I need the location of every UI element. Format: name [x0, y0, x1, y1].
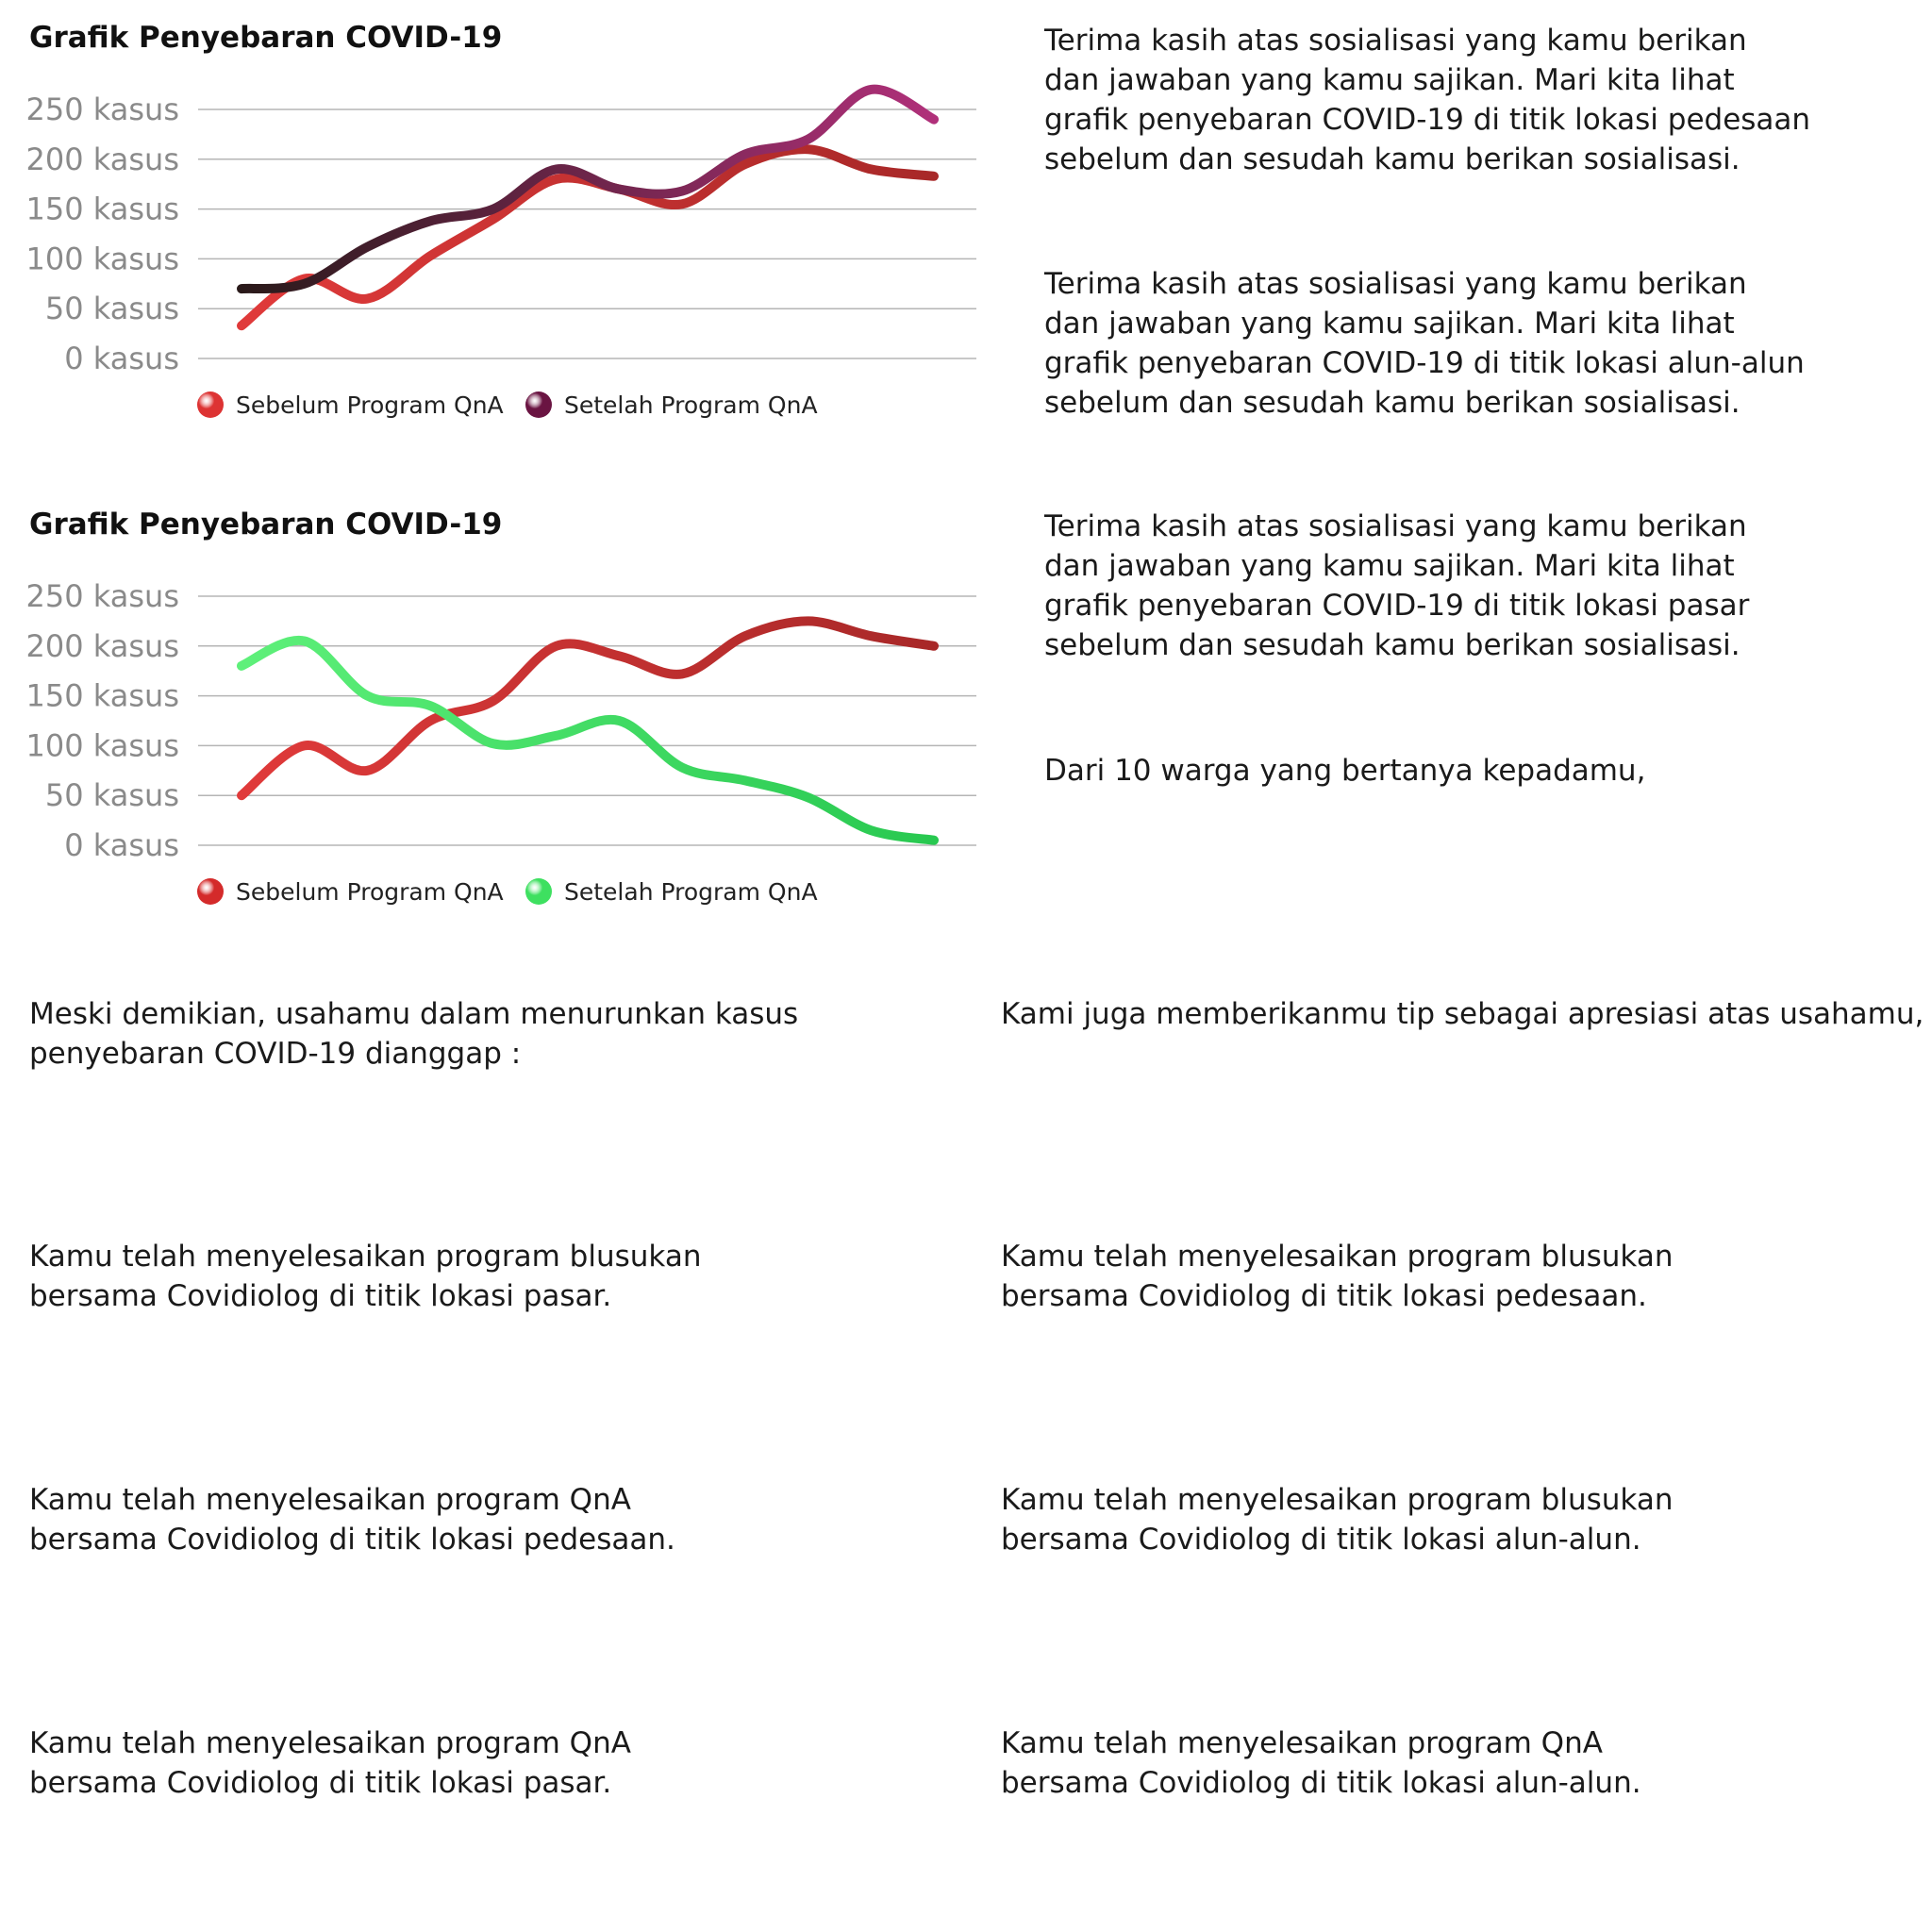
paragraph-pedesaan-intro: Terima kasih atas sosialisasi yang kamu … [1044, 24, 1811, 176]
legend-label: Sebelum Program QnA [236, 878, 504, 906]
chart-title: Grafik Penyebaran COVID-19 [29, 21, 503, 55]
paragraph-qna-alun-alun: Kamu telah menyelesaikan program QnA ber… [1001, 1726, 1641, 1800]
covid-line-chart-1: 250 kasus 200 kasus 150 kasus 100 kasus 50 k… [26, 84, 976, 419]
paragraph-warga-count: Dari 10 warga yang bertanya kepadamu, [1044, 754, 1646, 788]
legend-marker [525, 878, 552, 905]
paragraph-blusukan-pedesaan: Kamu telah menyelesaikan program blusuka… [1001, 1240, 1674, 1313]
y-tick-label: 0 kasus [64, 827, 179, 863]
y-tick-label: 50 kasus [45, 291, 179, 326]
legend-marker [197, 391, 224, 418]
paragraph-qna-pedesaan: Kamu telah menyelesaikan program QnA ber… [29, 1483, 675, 1557]
paragraph-pasar-intro: Terima kasih atas sosialisasi yang kamu … [1044, 509, 1750, 662]
paragraph-tip: Kami juga memberikanmu tip sebagai apres… [1001, 997, 1924, 1031]
y-tick-label: 200 kasus [26, 142, 179, 177]
y-tick-label: 250 kasus [26, 92, 179, 127]
paragraph-qna-pasar: Kamu telah menyelesaikan program QnA ber… [29, 1726, 631, 1800]
series-line-setelah [237, 635, 939, 845]
legend-marker [197, 878, 224, 905]
y-tick-label: 150 kasus [26, 678, 179, 714]
y-tick-label: 200 kasus [26, 628, 179, 664]
y-tick-label: 50 kasus [45, 777, 179, 813]
paragraph-alun-alun-intro: Terima kasih atas sosialisasi yang kamu … [1044, 267, 1805, 420]
paragraph-blusukan-pasar: Kamu telah menyelesaikan program blusuka… [29, 1240, 702, 1313]
paragraph-blusukan-alun-alun: Kamu telah menyelesaikan program blusuka… [1001, 1483, 1674, 1557]
legend-label: Setelah Program QnA [564, 878, 818, 906]
y-tick-label: 100 kasus [26, 727, 179, 763]
y-tick-label: 100 kasus [26, 241, 179, 276]
series-line-sebelum [237, 616, 939, 801]
legend-marker [525, 391, 552, 418]
legend-label: Setelah Program QnA [564, 391, 818, 419]
paragraph-result: Meski demikian, usahamu dalam menurunkan… [29, 997, 799, 1071]
covid-line-chart-2: 250 kasus 200 kasus 150 kasus 100 kasus 50 k… [26, 578, 976, 906]
y-tick-label: 150 kasus [26, 192, 179, 227]
chart-title: Grafik Penyebaran COVID-19 [29, 508, 503, 541]
legend-label: Sebelum Program QnA [236, 391, 504, 419]
y-tick-label: 250 kasus [26, 578, 179, 614]
y-tick-label: 0 kasus [64, 341, 179, 376]
